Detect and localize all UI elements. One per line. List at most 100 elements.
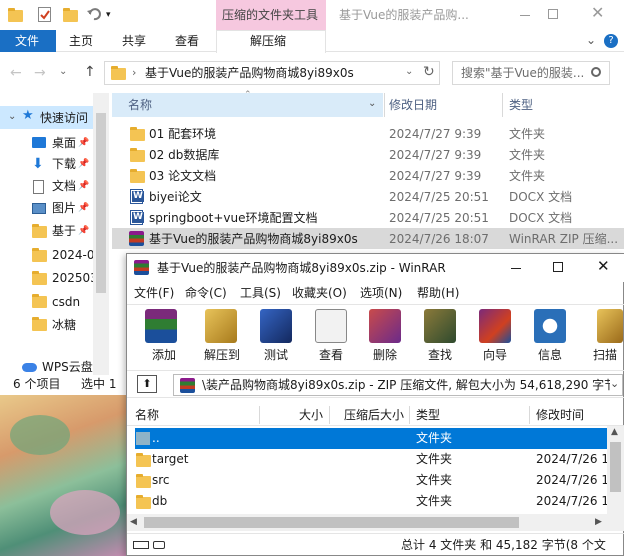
tab-view[interactable]: 查看 — [175, 33, 199, 49]
column-divider[interactable] — [409, 406, 410, 424]
list-item[interactable]: 01 配套环境 2024/7/27 9:39 文件夹 — [112, 123, 624, 144]
up-arrow-icon[interactable]: ↑ — [84, 64, 96, 80]
quick-folder-icon[interactable] — [8, 8, 23, 22]
menu-help[interactable]: 帮助(H) — [417, 285, 459, 301]
toolbar-view-button[interactable]: 查看 — [306, 307, 356, 365]
column-divider[interactable] — [384, 93, 385, 117]
minimize-icon[interactable] — [511, 268, 521, 269]
context-tab-title: 压缩的文件夹工具 — [222, 8, 319, 22]
minimize-icon[interactable] — [520, 15, 530, 16]
up-folder-button[interactable]: ⬆ — [137, 375, 157, 393]
file-type: DOCX 文档 — [509, 190, 573, 204]
toolbar-find-label: 查找 — [427, 348, 452, 362]
back-arrow-icon[interactable]: ← — [10, 65, 22, 81]
toolbar-find-button[interactable]: 查找 — [415, 307, 465, 365]
column-name-dropdown-icon[interactable]: ⌄ — [368, 96, 376, 112]
search-icon — [591, 67, 601, 77]
address-dropdown-icon[interactable]: ⌄ — [405, 64, 413, 80]
tab-share[interactable]: 共享 — [122, 33, 146, 49]
search-box[interactable]: 搜索"基于Vue的服装... — [452, 61, 610, 85]
nav-item-folder-5[interactable]: 冰糖 — [52, 317, 76, 333]
column-packed-size[interactable]: 压缩后大小 — [344, 407, 404, 423]
column-name[interactable]: 名称 — [135, 407, 159, 423]
nav-item-folder-4[interactable]: csdn — [52, 294, 80, 310]
toolbar-info-button[interactable]: 信息 — [525, 307, 575, 365]
path-dropdown-icon[interactable]: ⌄ — [610, 376, 622, 392]
menu-commands[interactable]: 命令(C) — [185, 285, 227, 301]
column-size[interactable]: 大小 — [299, 407, 323, 423]
drive-icon — [133, 541, 149, 549]
table-row[interactable]: db 文件夹 2024/7/26 18 — [135, 491, 607, 512]
scroll-right-icon[interactable]: ▶ — [595, 514, 602, 530]
hscrollbar-thumb[interactable] — [144, 517, 519, 528]
maximize-icon[interactable] — [553, 262, 563, 272]
recent-chevron-icon[interactable]: ⌄ — [59, 64, 67, 80]
column-divider[interactable] — [259, 406, 260, 424]
nav-item-folder-1[interactable]: 基于 — [52, 223, 76, 239]
file-list-header: ⌃ 名称 ⌄ 修改日期 类型 — [112, 90, 624, 117]
forward-arrow-icon[interactable]: → — [34, 65, 46, 81]
toolbar-delete-button[interactable]: 删除 — [360, 307, 410, 365]
nav-item-wps-cloud[interactable]: WPS云盘 — [42, 359, 93, 375]
menu-options[interactable]: 选项(N) — [360, 285, 402, 301]
customize-toolbar-chevron-icon[interactable]: ▾ — [106, 7, 111, 23]
row-type: 文件夹 — [416, 452, 453, 466]
table-row[interactable]: target 文件夹 2024/7/26 18 — [135, 449, 607, 470]
undo-icon[interactable] — [86, 6, 102, 22]
maximize-icon[interactable] — [548, 9, 558, 19]
column-modified[interactable]: 修改时间 — [536, 407, 584, 423]
menu-file[interactable]: 文件(F) — [134, 285, 174, 301]
file-name: 基于Vue的服装产品购物商城8yi89x0s — [149, 232, 358, 246]
toolbar-scan-button[interactable]: 扫描 — [585, 307, 624, 365]
menu-tools[interactable]: 工具(S) — [240, 285, 281, 301]
info-icon — [534, 309, 566, 343]
tab-home[interactable]: 主页 — [69, 33, 93, 49]
archive-horizontal-scrollbar[interactable]: ◀ ▶ — [127, 514, 624, 531]
ribbon-expand-chevron-icon[interactable]: ⌄ — [586, 32, 596, 48]
toolbar-wizard-label: 向导 — [482, 348, 507, 362]
toolbar-view-label: 查看 — [318, 348, 343, 362]
column-divider[interactable] — [502, 93, 503, 117]
nav-item-pictures[interactable]: 图片 — [52, 200, 76, 216]
scrollbar-thumb[interactable] — [610, 442, 621, 492]
refresh-icon[interactable]: ↻ — [423, 64, 435, 80]
properties-check-icon[interactable] — [38, 7, 51, 22]
archive-vertical-scrollbar[interactable]: ▲ — [607, 426, 624, 514]
nav-item-desktop[interactable]: 桌面 — [52, 135, 76, 151]
column-date-label[interactable]: 修改日期 — [389, 97, 437, 113]
list-item-selected[interactable]: 基于Vue的服装产品购物商城8yi89x0s 2024/7/26 18:07 W… — [112, 228, 624, 249]
nav-scrollbar-thumb[interactable] — [96, 113, 106, 293]
table-row[interactable]: src 文件夹 2024/7/26 18 — [135, 470, 607, 491]
scroll-up-icon[interactable]: ▲ — [611, 424, 618, 440]
nav-item-folder-3[interactable]: 202503 — [52, 270, 98, 286]
scroll-left-icon[interactable]: ◀ — [130, 514, 137, 530]
column-type-label[interactable]: 类型 — [509, 97, 533, 113]
column-divider[interactable] — [529, 406, 530, 424]
nav-item-folder-2[interactable]: 2024-0 — [52, 247, 95, 263]
new-folder-icon[interactable] — [63, 8, 78, 22]
archive-path-field[interactable]: \装产品购物商城8yi89x0s.zip - ZIP 压缩文件, 解包大小为 5… — [173, 374, 623, 396]
nav-item-downloads[interactable]: 下载 — [52, 156, 76, 172]
close-icon[interactable]: ✕ — [591, 5, 604, 21]
column-divider[interactable] — [329, 406, 330, 424]
menu-favorites[interactable]: 收藏夹(O) — [292, 285, 347, 301]
list-item[interactable]: springboot+vue环境配置文档 2024/7/25 20:51 DOC… — [112, 207, 624, 228]
nav-item-documents[interactable]: 文档 — [52, 178, 76, 194]
table-row-selected[interactable]: .. 文件夹 — [135, 428, 607, 449]
list-item[interactable]: biyei论文 2024/7/25 20:51 DOCX 文档 — [112, 186, 624, 207]
toolbar-add-button[interactable]: 添加 — [135, 307, 193, 365]
archive-status-text: 总计 4 文件夹 和 45,182 字节(8 个文 — [401, 538, 606, 552]
toolbar-test-button[interactable]: 测试 — [251, 307, 301, 365]
list-item[interactable]: 03 论文文档 2024/7/27 9:39 文件夹 — [112, 165, 624, 186]
file-date: 2024/7/27 9:39 — [389, 148, 482, 162]
close-icon[interactable]: ✕ — [597, 258, 610, 274]
folder-icon — [32, 224, 47, 238]
column-type[interactable]: 类型 — [416, 407, 440, 423]
help-icon[interactable]: ? — [604, 34, 618, 48]
nav-collapse-chevron-icon[interactable]: ⌄ — [8, 109, 16, 125]
nav-scrollbar[interactable] — [93, 93, 109, 375]
address-bar[interactable]: › 基于Vue的服装产品购物商城8yi89x0s ⌄ ↻ — [104, 61, 440, 85]
toolbar-extract-button[interactable]: 解压到 — [193, 307, 251, 365]
toolbar-wizard-button[interactable]: 向导 — [470, 307, 520, 365]
list-item[interactable]: 02 db数据库 2024/7/27 9:39 文件夹 — [112, 144, 624, 165]
